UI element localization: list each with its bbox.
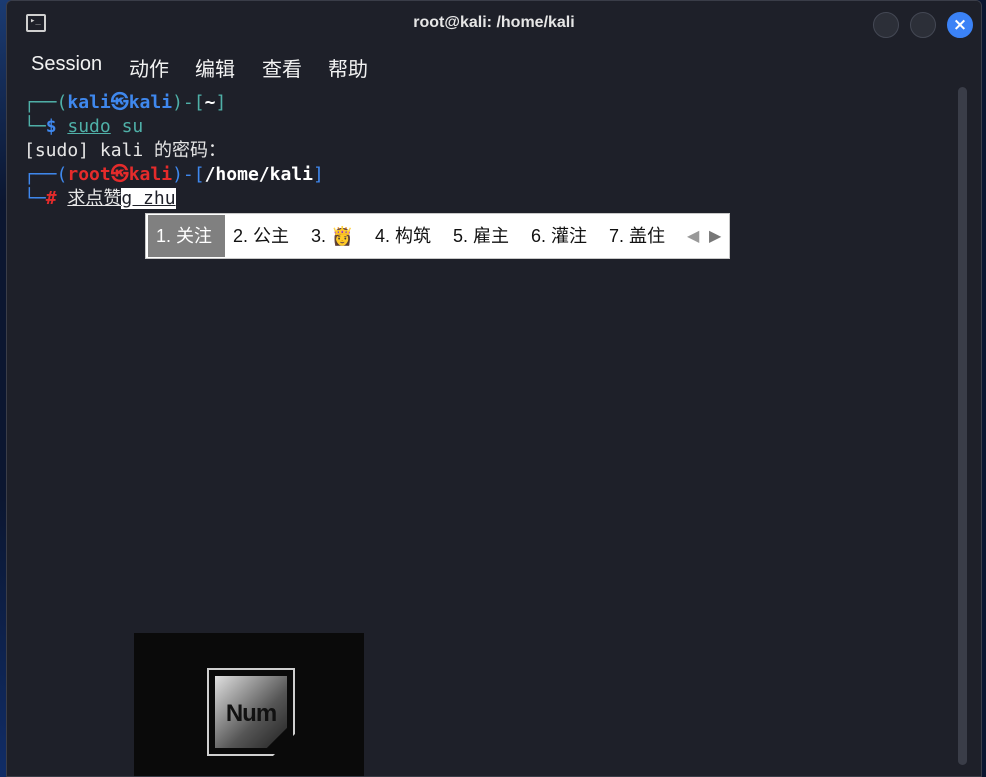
menu-edit[interactable]: 编辑 <box>195 53 235 82</box>
ime-candidate-bar: 1. 关注 2. 公主 3. 👸 4. 构筑 5. 雇主 6. 灌注 7. 盖住… <box>145 213 730 259</box>
sudo-password-prompt: [sudo] kali 的密码： <box>24 140 227 161</box>
close-button[interactable]: × <box>947 12 973 38</box>
menu-help[interactable]: 帮助 <box>328 53 368 82</box>
menu-actions[interactable]: 动作 <box>129 53 169 82</box>
title-bar[interactable]: ▸_ root@kali: /home/kali × <box>7 1 981 47</box>
menu-bar: Session 动作 编辑 查看 帮助 <box>7 47 981 85</box>
command-line-1: └─$ sudo su <box>24 116 144 137</box>
terminal-window: ▸_ root@kali: /home/kali × Session 动作 编辑… <box>6 0 982 777</box>
numlock-label: Num <box>215 676 287 748</box>
ime-candidate-3[interactable]: 3. 👸 <box>311 214 353 258</box>
ime-preedit-text: g zhu <box>121 188 176 209</box>
ime-candidate-6[interactable]: 6. 灌注 <box>531 214 587 258</box>
ime-next-page-icon[interactable]: ▶ <box>709 226 721 246</box>
ime-prev-page-icon[interactable]: ◀ <box>687 226 699 246</box>
minimize-button[interactable] <box>873 12 899 38</box>
ime-candidate-7[interactable]: 7. 盖住 <box>609 214 665 258</box>
ime-candidate-2[interactable]: 2. 公主 <box>233 214 289 258</box>
maximize-button[interactable] <box>910 12 936 38</box>
menu-view[interactable]: 查看 <box>262 53 302 82</box>
ime-committed-text: 求点赞 <box>67 188 122 209</box>
ime-candidate-4[interactable]: 4. 构筑 <box>375 214 431 258</box>
numlock-icon: Num <box>207 668 295 756</box>
window-title: root@kali: /home/kali <box>413 14 575 31</box>
menu-session[interactable]: Session <box>31 53 102 76</box>
ime-candidate-5[interactable]: 5. 雇主 <box>453 214 509 258</box>
numlock-osd: Num <box>134 633 364 776</box>
terminal-scrollbar[interactable] <box>958 87 967 765</box>
prompt-line-1: ┌──(kali㉿kali)-[~] <box>24 92 227 113</box>
command-line-2: └─# 求点赞g zhu <box>24 188 176 209</box>
ime-candidate-1[interactable]: 1. 关注 <box>148 215 225 257</box>
prompt-line-2: ┌──(root㉿kali)-[/home/kali] <box>24 164 324 185</box>
